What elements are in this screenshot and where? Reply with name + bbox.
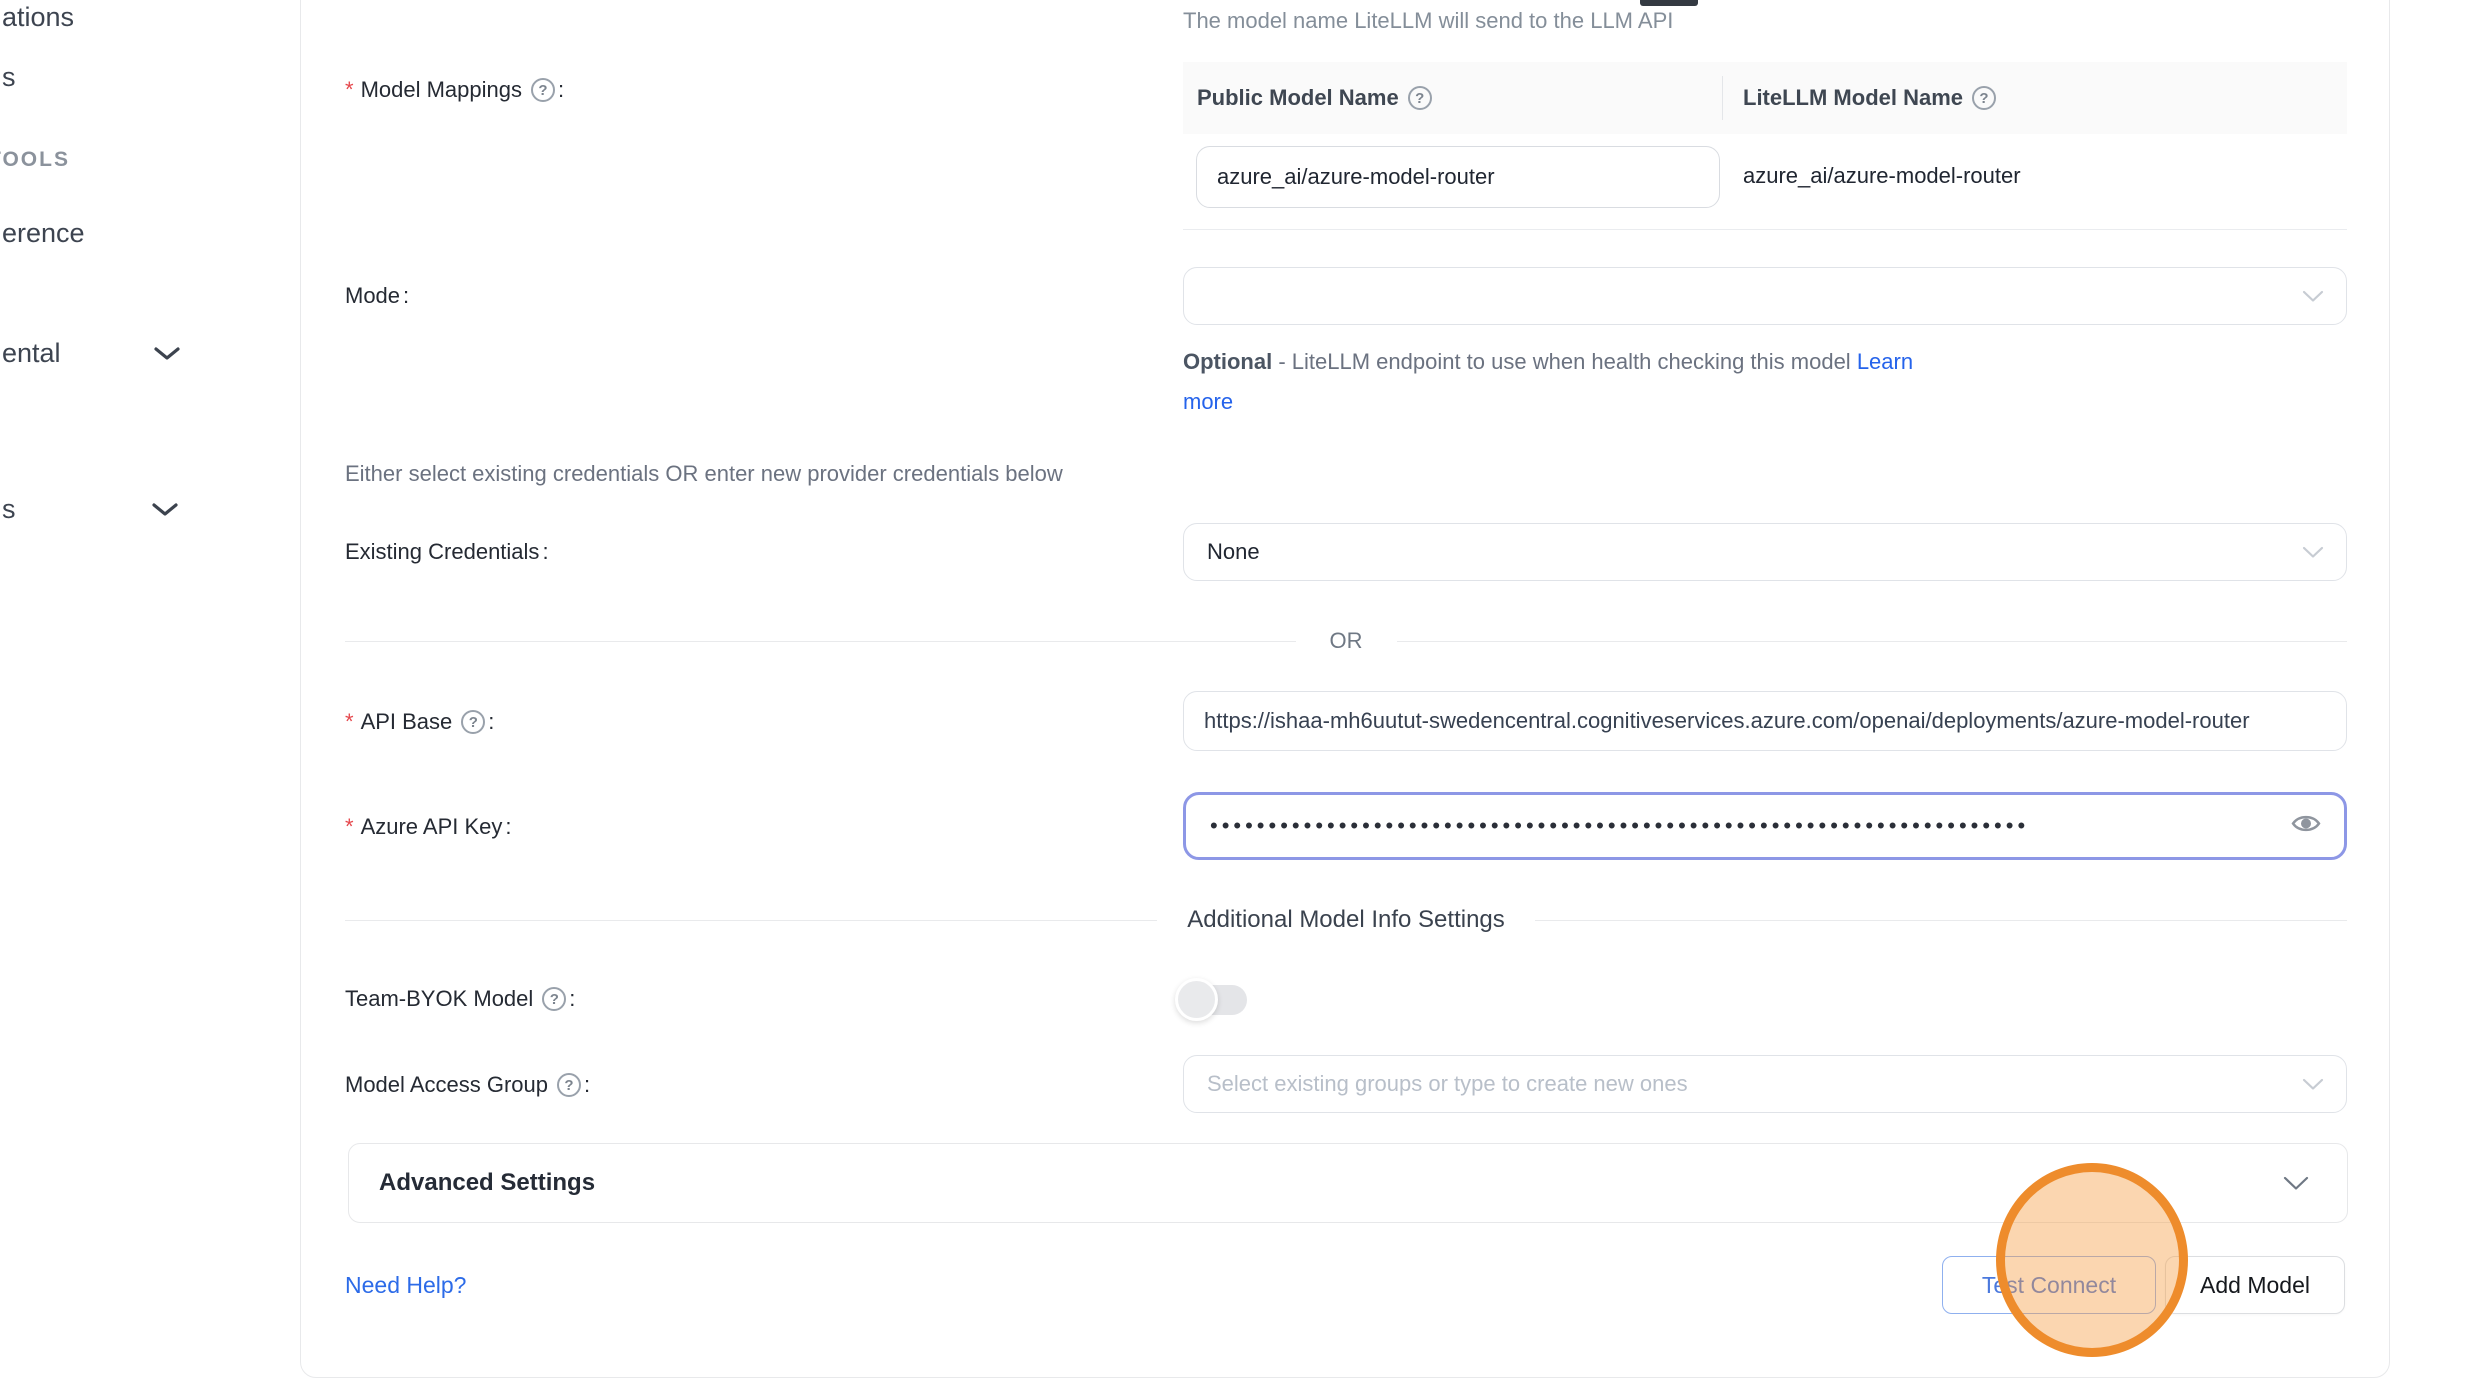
mode-help-line1: Optional - LiteLLM endpoint to use when … [1183,342,2043,382]
model-mappings-table-header: Public Model Name ? LiteLLM Model Name ? [1183,62,2347,134]
add-model-form-screen: ations s TOOLS erence ental s The model … [0,0,2477,1385]
advanced-settings-title: Advanced Settings [379,1169,2283,1197]
team-byok-label: Team-BYOK Model ? : [345,986,575,1012]
help-bold-text: Optional [1183,349,1272,374]
mode-help-line2: more [1183,382,2043,422]
or-divider: OR [345,628,2347,654]
label-colon: : [403,283,409,309]
label-colon: : [569,986,575,1012]
existing-credentials-select[interactable]: None [1183,523,2347,581]
existing-credentials-label: Existing Credentials : [345,539,549,565]
chevron-down-icon [2302,283,2324,309]
sidebar-item-label: s [2,494,16,524]
credentials-note: Either select existing credentials OR en… [345,461,1063,487]
toggle-knob [1175,978,1218,1021]
masked-password-value: ••••••••••••••••••••••••••••••••••••••••… [1210,813,2029,839]
team-byok-toggle[interactable] [1179,985,1247,1015]
label-text: Model Mappings [361,77,522,103]
label-text: Azure API Key [361,814,503,840]
label-text: Team-BYOK Model [345,986,533,1012]
add-model-button[interactable]: Add Model [2165,1256,2345,1314]
chevron-down-icon[interactable] [153,346,181,362]
api-base-label: * API Base ? : [345,709,494,735]
sidebar-item-label: ations [2,2,74,32]
selected-value: None [1207,539,1260,565]
divider-line [345,641,1296,642]
label-text: Model Access Group [345,1072,548,1098]
azure-api-key-input[interactable]: ••••••••••••••••••••••••••••••••••••••••… [1183,792,2347,860]
help-question-icon[interactable]: ? [1972,86,1996,110]
label-colon: : [584,1072,590,1098]
required-asterisk: * [345,814,354,840]
mode-select[interactable] [1183,267,2347,325]
sidebar-item-reference[interactable]: erence [2,218,85,249]
sidebar-section-label: TOOLS [0,148,70,171]
column-header-litellm-model-name: LiteLLM Model Name ? [1723,85,1996,111]
divider-line [1535,920,2347,921]
chevron-down-icon [2302,539,2324,565]
help-question-icon[interactable]: ? [1408,86,1432,110]
sidebar-item-settings[interactable]: s [2,494,16,525]
additional-info-divider-label: Additional Model Info Settings [1187,906,1505,934]
select-placeholder: Select existing groups or type to create… [1207,1071,1688,1097]
eye-toggle-icon[interactable] [2290,811,2322,842]
label-text: API Base [361,709,453,735]
label-colon: : [488,709,494,735]
need-help-link[interactable]: Need Help? [345,1272,466,1299]
sidebar-item-label: s [2,62,16,92]
help-question-icon[interactable]: ? [542,987,566,1011]
sidebar-item-label: erence [2,218,85,248]
azure-api-key-label: * Azure API Key : [345,814,512,840]
sidebar-item-label: ental [2,338,61,368]
chevron-down-icon [2302,1071,2324,1097]
learn-more-link[interactable]: more [1183,389,1233,414]
label-text: Existing Credentials [345,539,539,565]
column-header-label: LiteLLM Model Name [1743,85,1963,111]
sidebar-section-tools: TOOLS [0,148,70,172]
mode-help-text: Optional - LiteLLM endpoint to use when … [1183,342,2043,422]
or-divider-label: OR [1330,628,1363,654]
sidebar-item-experimental[interactable]: ental [2,338,61,369]
additional-info-divider: Additional Model Info Settings [345,906,2347,934]
divider-line [1397,641,2348,642]
help-plain-text: - LiteLLM endpoint to use when health ch… [1272,349,1857,374]
clipped-text-fragment [1640,0,1698,6]
column-header-label: Public Model Name [1197,85,1399,111]
model-mappings-label: * Model Mappings ? : [345,77,564,103]
chevron-down-icon[interactable] [151,502,179,518]
column-header-public-model-name: Public Model Name ? [1183,85,1722,111]
sidebar-item-users[interactable]: s [2,62,16,93]
help-question-icon[interactable]: ? [531,78,555,102]
chevron-down-icon [2283,1176,2309,1191]
required-asterisk: * [345,709,354,735]
label-text: Mode [345,283,400,309]
sidebar-item-organizations[interactable]: ations [2,2,74,33]
click-highlight-circle [1996,1163,2188,1357]
mode-label: Mode : [345,283,409,309]
divider-line [345,920,1157,921]
litellm-model-name-value: azure_ai/azure-model-router [1743,163,2021,189]
required-asterisk: * [345,77,354,103]
learn-more-link[interactable]: Learn [1857,349,1913,374]
public-model-name-input[interactable] [1196,146,1720,208]
help-question-icon[interactable]: ? [461,710,485,734]
model-access-group-select[interactable]: Select existing groups or type to create… [1183,1055,2347,1113]
api-base-input[interactable] [1183,691,2347,751]
label-colon: : [505,814,511,840]
help-question-icon[interactable]: ? [557,1073,581,1097]
label-colon: : [542,539,548,565]
model-name-helper-text: The model name LiteLLM will send to the … [1183,8,1673,34]
label-colon: : [558,77,564,103]
model-access-group-label: Model Access Group ? : [345,1072,590,1098]
